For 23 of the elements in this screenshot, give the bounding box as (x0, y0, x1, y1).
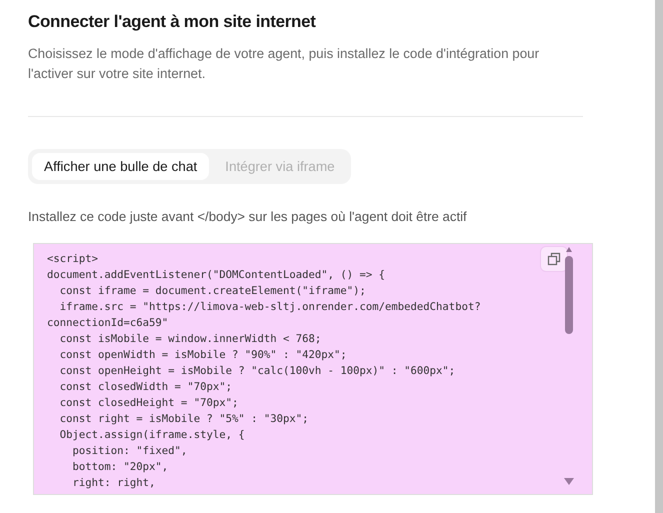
code-line: Object.assign(iframe.style, { (58, 428, 245, 443)
page-title: Connecter l'agent à mon site internet (28, 12, 317, 32)
code-line: <script> (47, 252, 98, 267)
code-line: const openHeight = isMobile ? "calc(100vh - 100px)" : "600px"; (58, 364, 456, 379)
code-line: document.addEventListener("DOMContentLoaded", () => { (47, 268, 386, 283)
code-line: connectionId=c6a59" (47, 316, 168, 331)
description: Choisissez le mode d'affichage de votre agent, puis installez le code d'intégration pour l'activer sur votre site internet. (28, 45, 540, 83)
copy-button[interactable] (540, 246, 568, 272)
code-line: const isMobile = window.innerWidth < 768; (58, 332, 322, 347)
code-line: const right = isMobile ? "5%" : "30px"; (58, 412, 308, 427)
copy-icon (547, 252, 561, 266)
code-line: const iframe = document.createElement("iframe"); (58, 284, 366, 299)
code-line: const closedWidth = "70px"; (58, 380, 232, 395)
page-scrollbar[interactable] (655, 0, 663, 513)
code-line: right: right, (72, 476, 156, 491)
instruction-text: Installez ce code juste avant </body> sur les pages où l'agent doit être actif (28, 209, 468, 224)
code-line: const openWidth = isMobile ? "90%" : "420px"; (58, 348, 347, 363)
code-line: bottom: "20px", (72, 460, 168, 475)
code-line: position: "fixed", (72, 444, 188, 459)
scrollbar[interactable] (563, 246, 575, 486)
code-line: const closedHeight = "70px"; (58, 396, 238, 411)
mode-tab[interactable]: Afficher une bulle de chat (32, 153, 210, 180)
code-line: iframe.src = "https://limova-web-sltj.onrender.com/embededChatbot? (58, 300, 481, 315)
